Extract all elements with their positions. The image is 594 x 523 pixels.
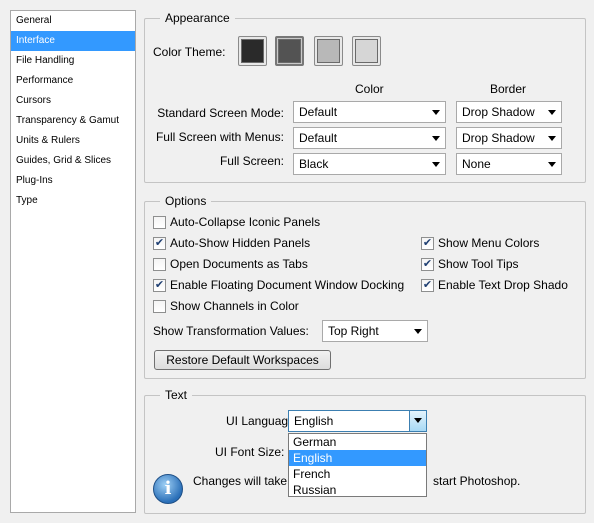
select-value: None (462, 157, 491, 171)
ui-language-dropdown-list: German English French Russian (288, 433, 427, 497)
checkbox[interactable]: ✔ (421, 279, 434, 292)
color-theme-swatch[interactable] (275, 36, 304, 66)
select-value: Drop Shadow (462, 105, 535, 119)
transform-values-label: Show Transformation Values: (153, 324, 309, 338)
notice-text-right: start Photoshop. (433, 474, 521, 488)
chevron-down-icon (548, 136, 556, 141)
select-value: Drop Shadow (462, 131, 535, 145)
chevron-down-icon (414, 418, 422, 423)
checkbox-label[interactable]: Show Channels in Color (170, 298, 299, 314)
full-screen-menus-color-select[interactable]: Default (293, 127, 446, 149)
sidebar-item-type[interactable]: Type (11, 191, 135, 211)
sidebar-item-guides-grid-slices[interactable]: Guides, Grid & Slices (11, 151, 135, 171)
sidebar-item-transparency-gamut[interactable]: Transparency & Gamut (11, 111, 135, 131)
color-theme-label: Color Theme: (153, 45, 226, 59)
standard-screen-border-select[interactable]: Drop Shadow (456, 101, 562, 123)
checkbox-label[interactable]: Auto-Collapse Iconic Panels (170, 214, 320, 230)
chevron-down-icon (432, 162, 440, 167)
select-value: Default (299, 131, 338, 145)
swatch-fill (355, 39, 378, 63)
sidebar-item-plug-ins[interactable]: Plug-Ins (11, 171, 135, 191)
full-screen-border-select[interactable]: None (456, 153, 562, 175)
chevron-down-icon (414, 329, 422, 334)
checkbox[interactable] (153, 300, 166, 313)
text-title: Text (160, 387, 193, 403)
select-value: Default (299, 105, 338, 119)
checkbox[interactable] (153, 216, 166, 229)
select-value: Top Right (328, 324, 379, 338)
checkbox-label[interactable]: Auto-Show Hidden Panels (170, 235, 310, 251)
standard-screen-color-select[interactable]: Default (293, 101, 446, 123)
restore-default-workspaces-button[interactable]: Restore Default Workspaces (154, 350, 331, 370)
checkbox[interactable]: ✔ (421, 258, 434, 271)
border-column-header: Border (490, 82, 527, 96)
chevron-down-icon (548, 110, 556, 115)
sidebar-item-units-rulers[interactable]: Units & Rulers (11, 131, 135, 151)
chevron-down-icon (432, 110, 440, 115)
select-value: English (294, 414, 334, 428)
full-screen-menus-border-select[interactable]: Drop Shadow (456, 127, 562, 149)
transform-values-select[interactable]: Top Right (322, 320, 428, 342)
chevron-down-icon (432, 136, 440, 141)
swatch-fill (317, 39, 340, 63)
select-value: Black (299, 157, 329, 171)
checkbox-label[interactable]: Show Tool Tips (438, 256, 519, 272)
full-screen-menus-label: Full Screen with Menus: (155, 130, 284, 144)
standard-screen-mode-label: Standard Screen Mode: (157, 106, 284, 120)
sidebar-item-file-handling[interactable]: File Handling (11, 51, 135, 71)
ui-language-select[interactable]: English (288, 410, 427, 432)
ui-font-size-label: UI Font Size: (215, 445, 285, 459)
options-title: Options (160, 193, 212, 209)
notice-text-left: Changes will take (193, 474, 288, 488)
color-theme-swatch[interactable] (238, 36, 267, 66)
info-icon: i (153, 474, 183, 504)
checkbox[interactable] (153, 258, 166, 271)
checkbox-label[interactable]: Enable Text Drop Shado (438, 277, 568, 293)
sidebar-item-cursors[interactable]: Cursors (11, 91, 135, 111)
language-option-russian[interactable]: Russian (289, 482, 426, 498)
chevron-down-icon (548, 162, 556, 167)
checkbox-label[interactable]: Enable Floating Document Window Docking (170, 277, 404, 293)
full-screen-label: Full Screen: (219, 154, 284, 168)
color-theme-swatch[interactable] (352, 36, 381, 66)
checkbox-label[interactable]: Show Menu Colors (438, 235, 539, 251)
dropdown-button[interactable] (409, 411, 426, 431)
color-column-header: Color (355, 82, 384, 96)
color-theme-swatch[interactable] (314, 36, 343, 66)
checkbox[interactable]: ✔ (153, 279, 166, 292)
checkbox[interactable]: ✔ (421, 237, 434, 250)
sidebar-item-performance[interactable]: Performance (11, 71, 135, 91)
checkbox-label[interactable]: Open Documents as Tabs (170, 256, 308, 272)
full-screen-color-select[interactable]: Black (293, 153, 446, 175)
sidebar-item-interface[interactable]: Interface (11, 31, 135, 51)
language-option-german[interactable]: German (289, 434, 426, 450)
swatch-fill (241, 39, 264, 63)
sidebar-item-general[interactable]: General (11, 11, 135, 31)
language-option-french[interactable]: French (289, 466, 426, 482)
checkbox[interactable]: ✔ (153, 237, 166, 250)
language-option-english[interactable]: English (289, 450, 426, 466)
swatch-fill (278, 39, 301, 63)
appearance-title: Appearance (160, 10, 235, 26)
preferences-sidebar: General Interface File Handling Performance… (10, 10, 136, 513)
